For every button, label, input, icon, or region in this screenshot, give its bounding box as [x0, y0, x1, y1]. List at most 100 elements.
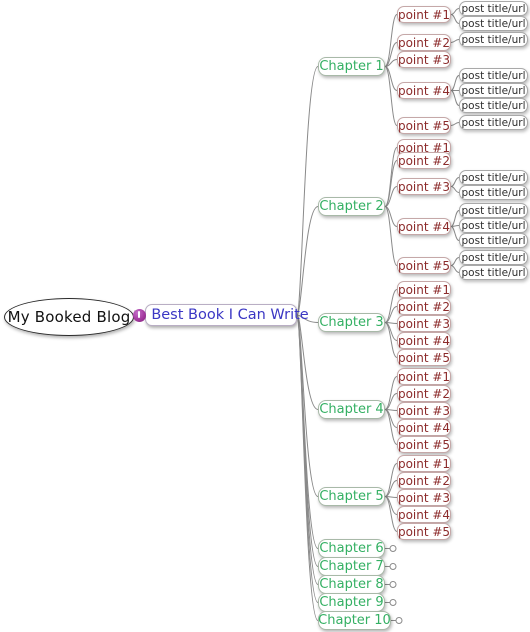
point-node[interactable]: point #1 — [397, 6, 451, 23]
point-node-label: point #3 — [397, 403, 451, 418]
chapter-node-3[interactable]: Chapter 3 — [318, 313, 385, 332]
point-node[interactable]: point #5 — [397, 349, 451, 366]
edge-chapter-to-point — [384, 409, 398, 428]
point-node-label: point #1 — [397, 369, 451, 384]
point-node-label: point #3 — [397, 179, 451, 194]
chapter-node-2[interactable]: Chapter 2 — [318, 197, 385, 216]
post-node[interactable]: post title/url — [459, 170, 528, 185]
chapter-node-7-label: Chapter 7 — [319, 559, 384, 574]
chapter-node-9-label: Chapter 9 — [319, 595, 384, 610]
point-node-label: point #4 — [397, 507, 451, 522]
point-node[interactable]: point #1 — [397, 455, 451, 472]
post-node-label: post title/url — [461, 33, 526, 46]
edge-chapter-to-point — [384, 376, 398, 410]
point-node-label: point #4 — [397, 333, 451, 348]
post-node[interactable]: post title/url — [459, 32, 528, 47]
point-node[interactable]: point #2 — [397, 385, 451, 402]
point-node-label: point #2 — [397, 153, 451, 168]
point-node[interactable]: point #3 — [397, 402, 451, 419]
post-node[interactable]: post title/url — [459, 1, 528, 16]
point-node[interactable]: point #4 — [397, 506, 451, 523]
post-node[interactable]: post title/url — [459, 98, 528, 113]
edge-chapter-to-point — [384, 409, 398, 411]
edge-chapter-to-point — [384, 160, 398, 207]
point-node[interactable]: point #5 — [397, 523, 451, 540]
post-node[interactable]: post title/url — [459, 16, 528, 31]
point-node[interactable]: point #5 — [397, 117, 451, 134]
post-node[interactable]: post title/url — [459, 250, 528, 265]
post-node[interactable]: post title/url — [459, 203, 528, 218]
chapter-node-3-label: Chapter 3 — [319, 315, 384, 330]
point-node-label: point #5 — [397, 437, 451, 452]
root-node-label: My Booked Blog — [7, 308, 131, 326]
chapter-node-7[interactable]: Chapter 7 — [318, 557, 385, 576]
mindmap-canvas: My Booked Blog Best Book I Can Write Chapt… — [0, 0, 530, 632]
edge-main-to-chapter — [296, 314, 319, 585]
edge-main-to-chapter — [296, 314, 319, 567]
point-node[interactable]: point #3 — [397, 51, 451, 68]
point-node[interactable]: point #5 — [397, 257, 451, 274]
chapter-node-10-label: Chapter 10 — [318, 613, 391, 628]
main-topic-label: Best Book I Can Write — [151, 307, 309, 323]
edge-chapter-to-point — [384, 42, 398, 67]
post-node[interactable]: post title/url — [459, 115, 528, 130]
chapter-node-5[interactable]: Chapter 5 — [318, 487, 385, 506]
point-node[interactable]: point #1 — [397, 281, 451, 298]
point-node[interactable]: point #1 — [397, 368, 451, 385]
post-node-label: post title/url — [461, 186, 526, 199]
point-node-label: point #2 — [397, 473, 451, 488]
point-node-label: point #5 — [397, 350, 451, 365]
edge-chapter-to-point — [384, 147, 398, 207]
post-node[interactable]: post title/url — [459, 233, 528, 248]
point-node[interactable]: point #4 — [397, 332, 451, 349]
point-node[interactable]: point #5 — [397, 436, 451, 453]
point-node[interactable]: point #2 — [397, 472, 451, 489]
edge-chapter-to-point — [384, 463, 398, 497]
edge-chapter-to-point — [384, 496, 398, 515]
chapter-node-2-label: Chapter 2 — [319, 199, 384, 214]
edge-chapter-to-point — [384, 206, 398, 266]
post-node-label: post title/url — [461, 99, 526, 112]
point-node[interactable]: point #4 — [397, 419, 451, 436]
edge-point-to-post — [450, 225, 460, 227]
point-node-label: point #1 — [397, 456, 451, 471]
edge-chapter-to-point — [384, 496, 398, 498]
post-node[interactable]: post title/url — [459, 265, 528, 280]
chapter-node-8[interactable]: Chapter 8 — [318, 575, 385, 594]
point-node[interactable]: point #2 — [397, 34, 451, 51]
chapter-node-10[interactable]: Chapter 10 — [318, 611, 391, 630]
edge-main-to-chapter — [296, 314, 319, 497]
edge-point-to-post — [450, 265, 460, 273]
post-node-label: post title/url — [461, 84, 526, 97]
chapter-node-6[interactable]: Chapter 6 — [318, 539, 385, 558]
point-node[interactable]: point #2 — [397, 298, 451, 315]
point-node[interactable]: point #4 — [397, 218, 451, 235]
edge-point-to-post — [450, 257, 460, 266]
edge-point-to-post — [450, 210, 460, 227]
edge-main-to-chapter — [296, 314, 319, 621]
chapter-node-4[interactable]: Chapter 4 — [318, 400, 385, 419]
edge-chapter-to-point — [384, 393, 398, 410]
post-node[interactable]: post title/url — [459, 83, 528, 98]
edge-chapter-to-point — [384, 14, 398, 67]
chapter-node-1-label: Chapter 1 — [319, 59, 384, 74]
main-topic-node[interactable]: Best Book I Can Write — [133, 304, 309, 326]
post-node[interactable]: post title/url — [459, 185, 528, 200]
edge-chapter-to-point — [384, 289, 398, 323]
post-node[interactable]: post title/url — [459, 218, 528, 233]
point-node[interactable]: point #2 — [397, 152, 451, 169]
post-node-label: post title/url — [461, 251, 526, 264]
edge-point-to-post — [450, 186, 460, 193]
chapter-node-1[interactable]: Chapter 1 — [318, 57, 385, 76]
post-node-label: post title/url — [461, 234, 526, 247]
edge-chapter-to-point — [384, 66, 398, 91]
post-node[interactable]: post title/url — [459, 68, 528, 83]
point-node[interactable]: point #3 — [397, 315, 451, 332]
point-node[interactable]: point #3 — [397, 489, 451, 506]
point-node[interactable]: point #3 — [397, 178, 451, 195]
root-node[interactable]: My Booked Blog — [4, 298, 134, 336]
point-node-label: point #2 — [397, 35, 451, 50]
point-node[interactable]: point #4 — [397, 82, 451, 99]
chapter-node-9[interactable]: Chapter 9 — [318, 593, 385, 612]
edge-main-to-chapter — [296, 66, 319, 316]
